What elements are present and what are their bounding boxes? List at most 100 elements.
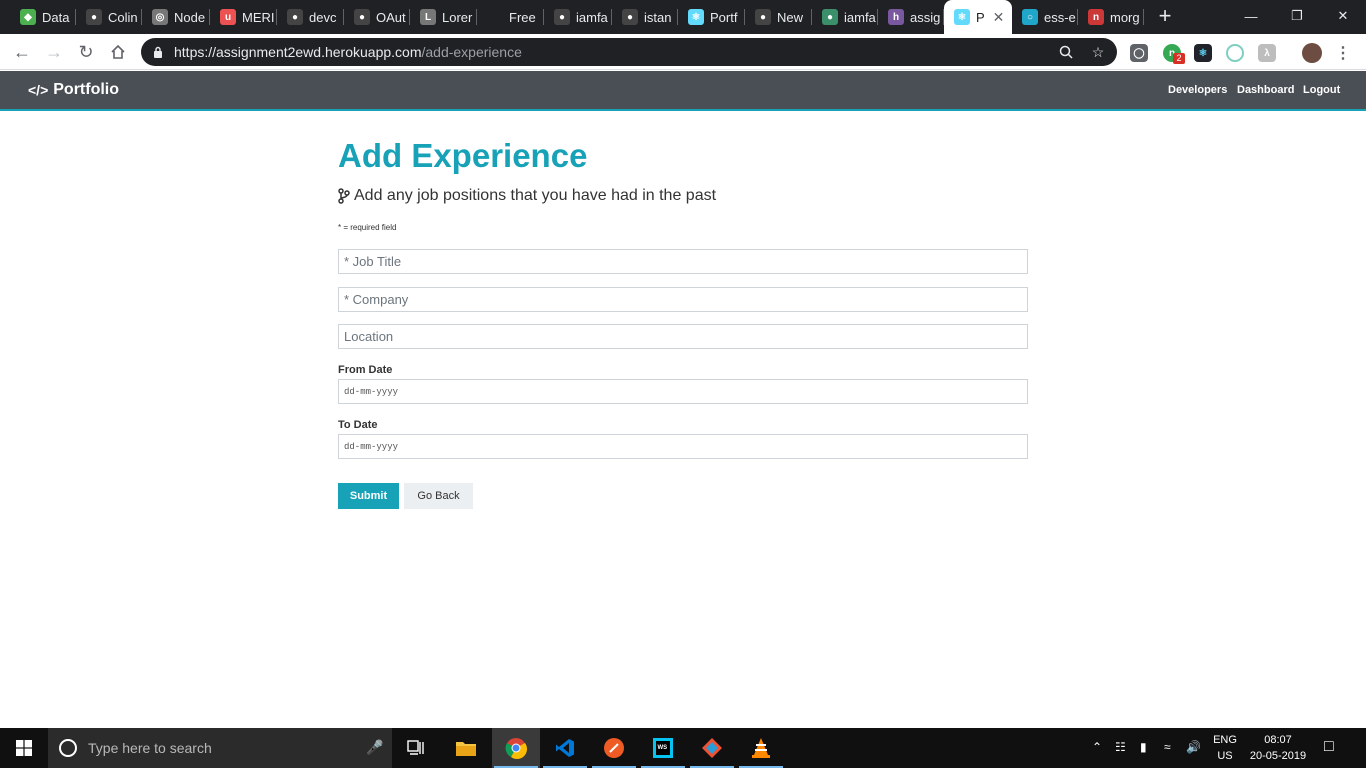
- forward-arrow-icon[interactable]: →: [42, 40, 66, 64]
- browser-tab[interactable]: ● New: [745, 0, 812, 34]
- sourcetree-icon[interactable]: [688, 728, 736, 768]
- taskbar-search-box[interactable]: Type here to search 🎤: [48, 728, 392, 768]
- to-date-label: To Date: [338, 419, 378, 431]
- react-icon: ⚛: [954, 9, 970, 25]
- browser-tab[interactable]: ● OAut: [344, 0, 410, 34]
- tab-label: P: [976, 9, 985, 25]
- nav-developers-link[interactable]: Developers: [1168, 84, 1227, 96]
- extension-icon[interactable]: [1226, 44, 1244, 62]
- task-view-icon[interactable]: [392, 728, 440, 768]
- browser-tab-strip: ◆ Data ● Colin ◎ Node u MERI ● devc ● OAut L Lorer Fre…: [0, 0, 1366, 34]
- browser-tab[interactable]: u MERI: [210, 0, 277, 34]
- chrome-taskbar-icon[interactable]: [492, 728, 540, 768]
- from-date-label: From Date: [338, 364, 393, 376]
- nav-dashboard-link[interactable]: Dashboard: [1237, 84, 1294, 96]
- from-date-input[interactable]: [338, 379, 1028, 404]
- new-tab-button[interactable]: +: [1153, 4, 1177, 28]
- taskbar-clock[interactable]: 08:07 20-05-2019: [1247, 732, 1309, 764]
- browser-tab[interactable]: n morg: [1078, 0, 1144, 34]
- code-branch-icon: [338, 188, 350, 204]
- npm-icon: n: [1088, 9, 1104, 25]
- heroku-icon: h: [888, 9, 904, 25]
- vlc-icon[interactable]: [737, 728, 785, 768]
- webstorm-icon[interactable]: WS: [639, 728, 687, 768]
- lead-label: Add any job positions that you have had …: [354, 187, 717, 204]
- tab-label: ess-e: [1044, 9, 1076, 25]
- browser-tab[interactable]: Free: [477, 0, 544, 34]
- bookmark-star-icon[interactable]: ☆: [1089, 43, 1107, 61]
- browser-tab[interactable]: ● Colin: [76, 0, 142, 34]
- browser-tab[interactable]: ◎ Node: [142, 0, 210, 34]
- profile-avatar[interactable]: [1302, 43, 1322, 63]
- windows-start-icon[interactable]: [0, 728, 48, 768]
- browser-tab[interactable]: ⚛ Portf: [678, 0, 745, 34]
- tab-label: iamfa: [844, 9, 876, 25]
- battery-icon[interactable]: ▮: [1140, 740, 1147, 754]
- leaf-icon: ◆: [20, 9, 36, 25]
- browser-tab[interactable]: L Lorer: [410, 0, 477, 34]
- browser-tab[interactable]: h assig: [878, 0, 944, 34]
- cortana-icon: [59, 739, 77, 757]
- microphone-icon[interactable]: 🎤: [366, 739, 383, 756]
- browser-tab[interactable]: ● iamfa: [544, 0, 612, 34]
- globe-icon: ◎: [152, 9, 168, 25]
- company-input[interactable]: [338, 287, 1028, 312]
- browser-tab[interactable]: ● devc: [277, 0, 344, 34]
- language-indicator[interactable]: ENG US: [1212, 732, 1238, 764]
- minimize-button[interactable]: —: [1228, 0, 1274, 32]
- tab-label: MERI: [242, 9, 275, 25]
- address-bar[interactable]: https://assignment2ewd.herokuapp.com/add…: [141, 38, 1117, 66]
- tab-separator: [1143, 9, 1144, 25]
- file-explorer-icon[interactable]: [442, 728, 490, 768]
- volume-icon[interactable]: 🔊: [1186, 740, 1201, 754]
- lorem-icon: L: [420, 9, 436, 25]
- home-icon[interactable]: [106, 40, 130, 64]
- back-arrow-icon[interactable]: ←: [10, 40, 34, 64]
- browser-tab[interactable]: ⚛ P ✕: [944, 0, 1012, 34]
- code-icon: </>: [28, 82, 49, 98]
- chevron-up-icon[interactable]: ⌃: [1092, 740, 1102, 754]
- page-title: Add Experience: [338, 137, 588, 174]
- go-back-button[interactable]: Go Back: [404, 483, 473, 509]
- close-window-button[interactable]: ✕: [1320, 0, 1366, 32]
- tab-label: Data: [42, 9, 70, 25]
- submit-button[interactable]: Submit: [338, 483, 399, 509]
- maximize-button[interactable]: ❐: [1274, 0, 1320, 32]
- react-devtools-icon[interactable]: ⚛: [1194, 44, 1212, 62]
- postman-icon[interactable]: [590, 728, 638, 768]
- browser-tab[interactable]: ◆ Data: [10, 0, 76, 34]
- tab-label: devc: [309, 9, 337, 25]
- location-input[interactable]: [338, 324, 1028, 349]
- github-icon: ●: [822, 9, 838, 25]
- tab-label: iamfa: [576, 9, 608, 25]
- lock-icon: [154, 46, 162, 58]
- wifi-icon[interactable]: ≈: [1164, 740, 1171, 754]
- menu-dots-icon[interactable]: ⋮: [1334, 44, 1352, 62]
- tab-label: New: [777, 9, 804, 25]
- close-tab-icon[interactable]: ✕: [993, 9, 1005, 26]
- tab-label: assig: [910, 9, 941, 25]
- network-share-icon[interactable]: ☷: [1115, 740, 1126, 754]
- url-text: https://assignment2ewd.herokuapp.com/add…: [174, 44, 522, 60]
- circle-icon: ○: [1022, 9, 1038, 25]
- extension-icon[interactable]: λ: [1258, 44, 1276, 62]
- github-icon: ●: [287, 9, 303, 25]
- svg-text:WS: WS: [658, 745, 668, 751]
- reload-icon[interactable]: ↻: [74, 40, 98, 64]
- to-date-input[interactable]: [338, 434, 1028, 459]
- zoom-icon[interactable]: [1057, 43, 1075, 61]
- lead-text: Add any job positions that you have had …: [338, 187, 716, 205]
- tab-label: istan: [644, 9, 672, 25]
- nav-logout-link[interactable]: Logout: [1303, 84, 1340, 96]
- vscode-icon[interactable]: [541, 728, 589, 768]
- browser-tab[interactable]: ● iamfa: [812, 0, 878, 34]
- blank-icon: [487, 9, 503, 25]
- brand-link[interactable]: </> Portfolio: [28, 81, 119, 99]
- extension-icon[interactable]: ◯: [1130, 44, 1148, 62]
- github-icon: ●: [755, 9, 771, 25]
- notification-icon[interactable]: □: [1324, 738, 1334, 756]
- browser-tab[interactable]: ● istan: [612, 0, 678, 34]
- tab-label: Portf: [710, 9, 738, 25]
- job-title-input[interactable]: [338, 249, 1028, 274]
- browser-tab[interactable]: ○ ess-e: [1012, 0, 1078, 34]
